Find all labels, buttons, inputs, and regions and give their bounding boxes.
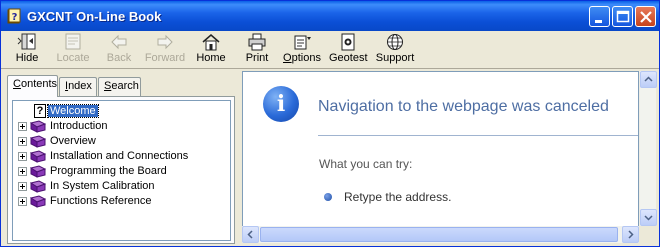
options-label: Options <box>283 52 321 64</box>
chevron-left-icon <box>247 230 253 239</box>
back-label: Back <box>106 52 132 64</box>
geotest-icon <box>341 33 355 51</box>
back-arrow-icon <box>111 34 127 50</box>
forward-arrow-icon <box>157 34 173 50</box>
forward-label: Forward <box>144 52 186 64</box>
expand-plus-icon[interactable] <box>18 197 27 206</box>
options-button[interactable]: Options <box>283 32 321 68</box>
tree-item-label: Introduction <box>50 120 108 132</box>
book-icon <box>30 120 46 133</box>
expand-plus-icon[interactable] <box>18 182 27 191</box>
help-book-icon: ? <box>7 8 21 24</box>
tree-item-label: Programming the Board <box>50 165 167 177</box>
support-globe-icon <box>387 34 403 50</box>
options-icon <box>294 35 311 50</box>
svg-text:?: ? <box>12 12 18 23</box>
minimize-icon <box>595 20 602 23</box>
locate-icon <box>65 33 81 50</box>
tree-item-calibration[interactable]: In System Calibration <box>13 179 223 194</box>
divider <box>318 135 638 136</box>
book-icon <box>30 180 46 193</box>
expand-plus-icon[interactable] <box>18 122 27 131</box>
expand-plus-icon[interactable] <box>18 152 27 161</box>
locate-button[interactable]: Locate <box>53 32 93 68</box>
support-label: Support <box>375 52 415 64</box>
tree-item-installation[interactable]: Installation and Connections <box>13 149 223 164</box>
maximize-button[interactable] <box>612 6 633 27</box>
tab-contents[interactable]: Contents <box>7 75 58 97</box>
help-page-icon: ? <box>34 104 46 118</box>
print-button[interactable]: Print <box>243 32 271 68</box>
print-label: Print <box>245 52 269 64</box>
horizontal-scrollbar[interactable] <box>242 226 639 243</box>
scroll-thumb[interactable] <box>260 227 618 242</box>
maximize-icon <box>616 10 630 23</box>
expand-plus-icon[interactable] <box>18 137 27 146</box>
chevron-right-icon <box>628 230 634 239</box>
app-window: ? GXCNT On-Line Book Hide Locate Back Fo… <box>0 0 660 247</box>
book-icon <box>30 150 46 163</box>
tree-item-overview[interactable]: Overview <box>13 134 223 149</box>
tree-item-programming[interactable]: Programming the Board <box>13 164 223 179</box>
tree-item-label: In System Calibration <box>50 180 155 192</box>
book-icon <box>30 195 46 208</box>
close-button[interactable] <box>635 6 656 27</box>
hide-button[interactable]: Hide <box>11 32 43 68</box>
info-icon: i <box>263 86 299 122</box>
printer-icon <box>248 33 266 51</box>
geotest-button[interactable]: Geotest <box>329 32 368 68</box>
book-icon <box>30 165 46 178</box>
minimize-button[interactable] <box>589 6 610 27</box>
page-title: Navigation to the webpage was canceled <box>318 98 609 115</box>
tree-item-functions-reference[interactable]: Functions Reference <box>13 194 223 209</box>
scroll-up-button[interactable] <box>640 71 657 88</box>
back-button[interactable]: Back <box>102 32 136 68</box>
scroll-down-button[interactable] <box>640 209 657 226</box>
try-item: Retype the address. <box>344 190 452 204</box>
tree-item-label: Overview <box>50 135 96 147</box>
tree-item-label: Installation and Connections <box>50 150 189 162</box>
vertical-scrollbar[interactable] <box>639 71 657 243</box>
tab-search[interactable]: Search <box>98 77 141 96</box>
tree-item-welcome[interactable]: ? Welcome <box>13 104 223 119</box>
chevron-down-icon <box>644 215 653 221</box>
forward-button[interactable]: Forward <box>144 32 186 68</box>
close-icon <box>640 11 652 23</box>
home-button[interactable]: Home <box>195 32 227 68</box>
navigation-pane: Contents Index Search ? Welcome Introduc… <box>3 71 237 246</box>
home-icon <box>202 34 220 51</box>
bullet-icon <box>324 193 332 201</box>
content-pane: i Navigation to the webpage was canceled… <box>242 71 639 243</box>
expand-plus-icon[interactable] <box>18 167 27 176</box>
scroll-right-button[interactable] <box>622 226 639 243</box>
try-heading: What you can try: <box>319 157 413 171</box>
contents-tree[interactable]: ? Welcome Introduction Overview Installa <box>12 100 231 241</box>
scrollbar-corner <box>639 226 656 243</box>
geotest-label: Geotest <box>329 52 368 64</box>
toolbar: Hide Locate Back Forward Home Print Opti… <box>1 31 659 69</box>
book-icon <box>30 135 46 148</box>
chevron-up-icon <box>644 76 653 82</box>
scroll-left-button[interactable] <box>242 226 259 243</box>
home-label: Home <box>196 52 226 64</box>
locate-label: Locate <box>56 52 90 64</box>
tab-index[interactable]: Index <box>59 77 97 96</box>
title-bar[interactable]: ? GXCNT On-Line Book <box>1 1 659 31</box>
tree-item-introduction[interactable]: Introduction <box>13 119 223 134</box>
window-title: GXCNT On-Line Book <box>27 9 162 24</box>
tree-item-label: Functions Reference <box>50 195 152 207</box>
tree-item-label: Welcome <box>47 104 99 118</box>
hide-label: Hide <box>15 52 39 64</box>
support-button[interactable]: Support <box>375 32 415 68</box>
contents-tab-body: ? Welcome Introduction Overview Installa <box>7 96 235 244</box>
hide-icon <box>17 33 36 50</box>
